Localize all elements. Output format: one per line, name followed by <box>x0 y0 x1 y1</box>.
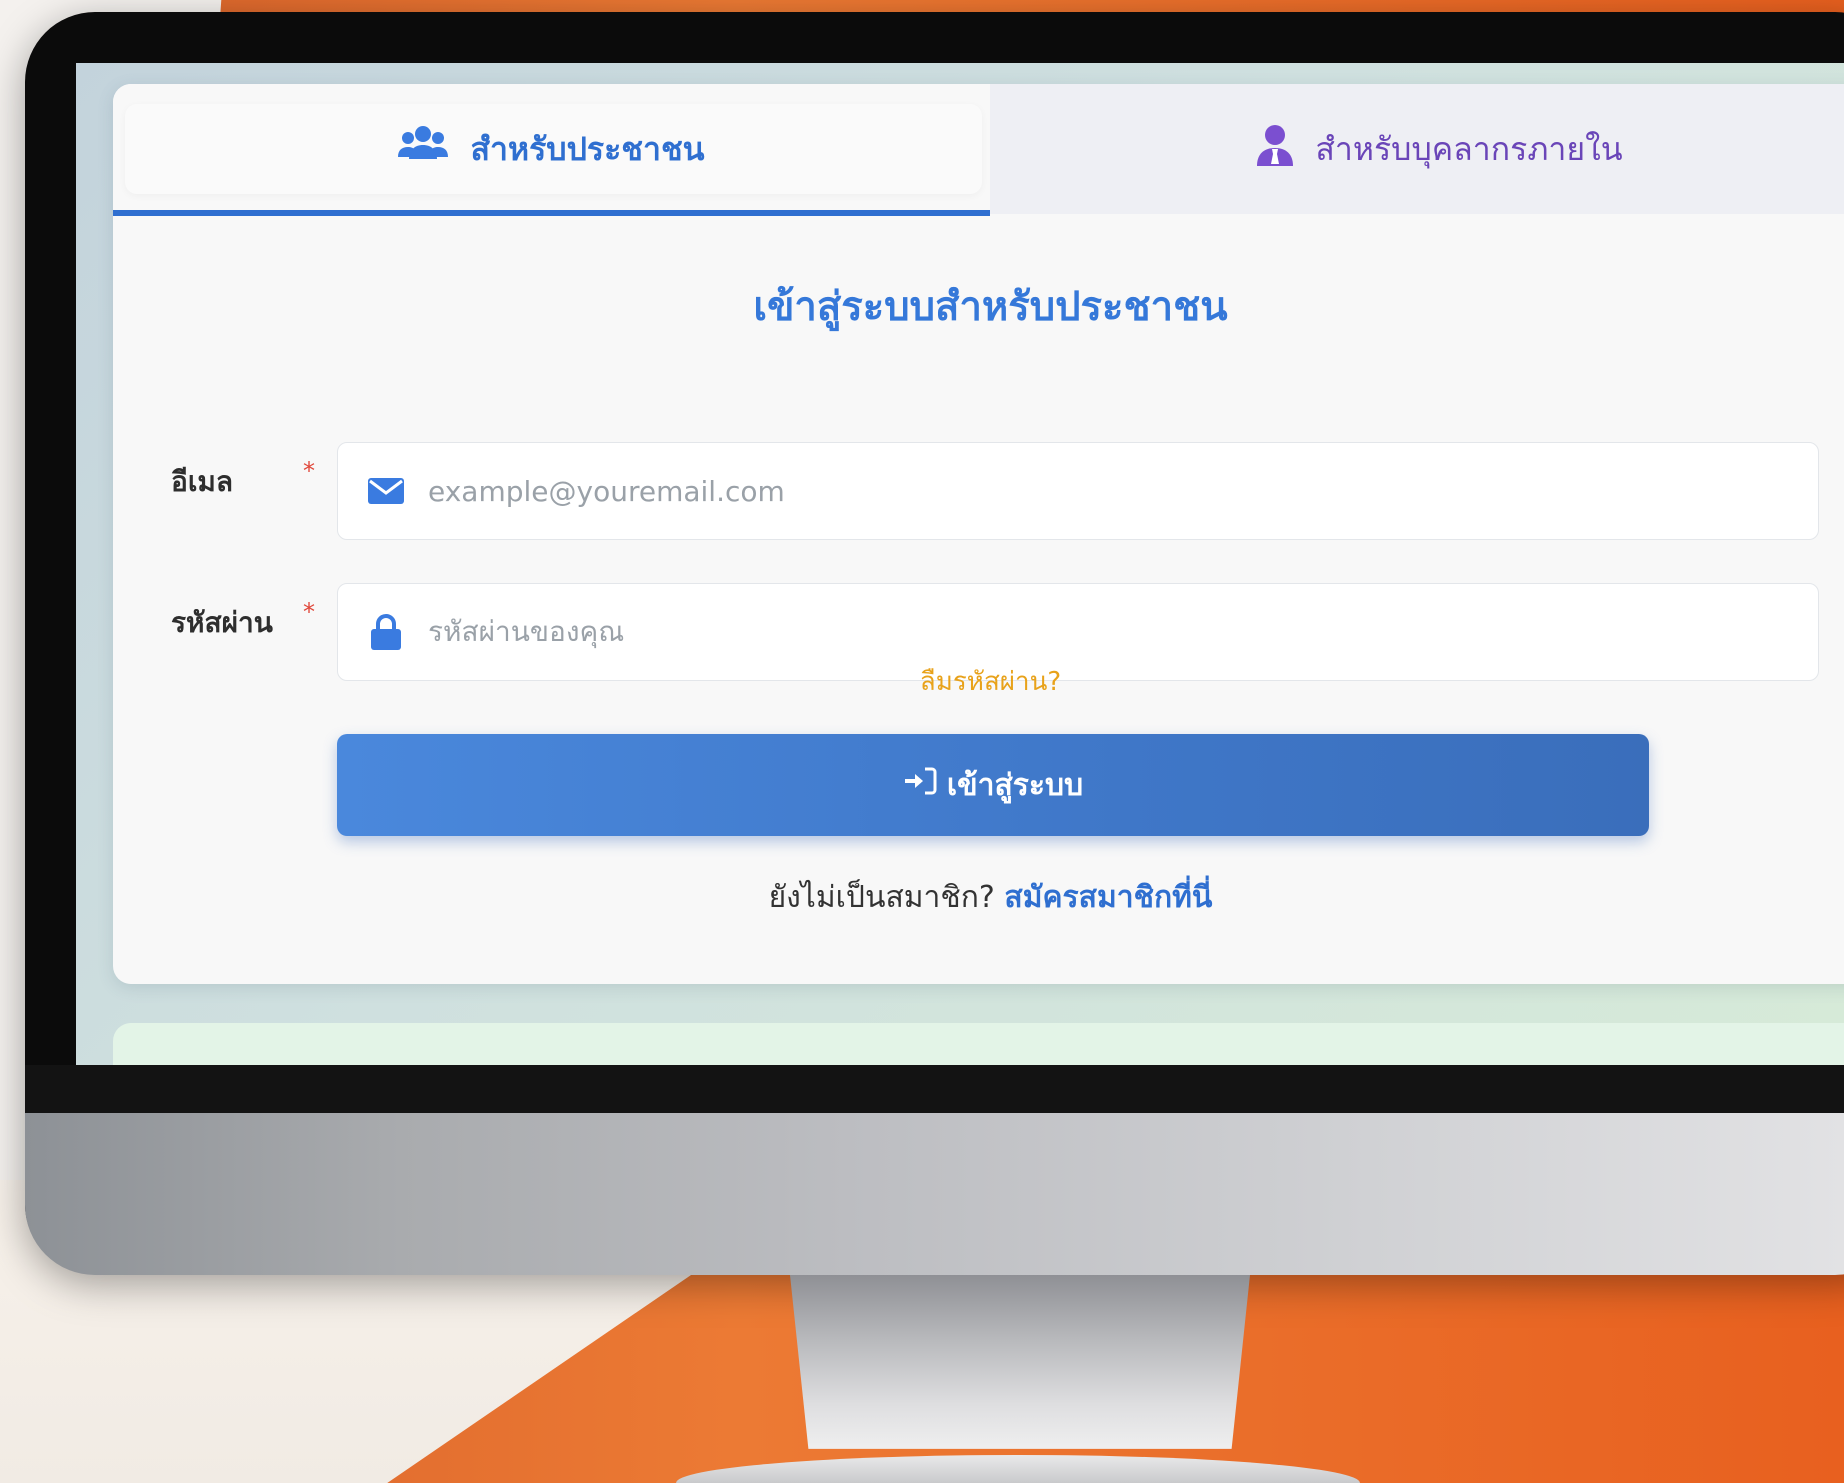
signup-prompt-text: ยังไม่เป็นสมาชิก? <box>768 880 995 915</box>
next-section-card <box>113 1023 1844 1065</box>
email-required-mark: * <box>303 457 315 485</box>
email-placeholder: example@youremail.com <box>428 474 785 508</box>
monitor-screen: สำหรับประชาชน สำหรับบุคลากรภายใน เข้าสู่… <box>76 63 1844 1065</box>
password-placeholder: รหัสผ่านของคุณ <box>428 615 625 648</box>
email-field[interactable]: example@youremail.com <box>337 442 1819 540</box>
email-label: อีเมล <box>171 465 234 498</box>
tab-public[interactable]: สำหรับประชาชน <box>113 84 990 214</box>
tab-public-label: สำหรับประชาชน <box>470 129 705 168</box>
signup-link[interactable]: สมัครสมาชิกที่นี่ <box>1004 880 1212 915</box>
login-card: สำหรับประชาชน สำหรับบุคลากรภายใน เข้าสู่… <box>113 84 1844 984</box>
login-button-label: เข้าสู่ระบบ <box>946 767 1084 803</box>
monitor-bottom-bezel <box>25 1065 1844 1115</box>
user-tie-icon <box>1257 124 1294 174</box>
tab-staff-label: สำหรับบุคลากรภายใน <box>1315 129 1623 168</box>
monitor-stand-neck <box>790 1275 1250 1449</box>
login-button[interactable]: เข้าสู่ระบบ <box>337 734 1649 836</box>
tab-staff[interactable]: สำหรับบุคลากรภายใน <box>990 84 1844 214</box>
email-row: อีเมล * example@youremail.com <box>113 442 1844 542</box>
signup-prompt-line: ยังไม่เป็นสมาชิก? สมัครสมาชิกที่นี่ <box>113 874 1844 921</box>
password-required-mark: * <box>303 598 315 626</box>
sign-in-icon <box>903 766 937 804</box>
users-icon <box>398 123 449 175</box>
envelope-icon <box>362 477 410 505</box>
active-tab-indicator <box>113 210 990 216</box>
forgot-password-link[interactable]: ลืมรหัสผ่าน? <box>113 661 1844 702</box>
form-title: เข้าสู่ระบบสำหรับประชาชน <box>753 284 1228 330</box>
monitor-chin <box>25 1113 1844 1275</box>
password-label: รหัสผ่าน <box>171 606 273 639</box>
login-tabs: สำหรับประชาชน สำหรับบุคลากรภายใน <box>113 84 1844 218</box>
lock-icon <box>362 613 410 651</box>
